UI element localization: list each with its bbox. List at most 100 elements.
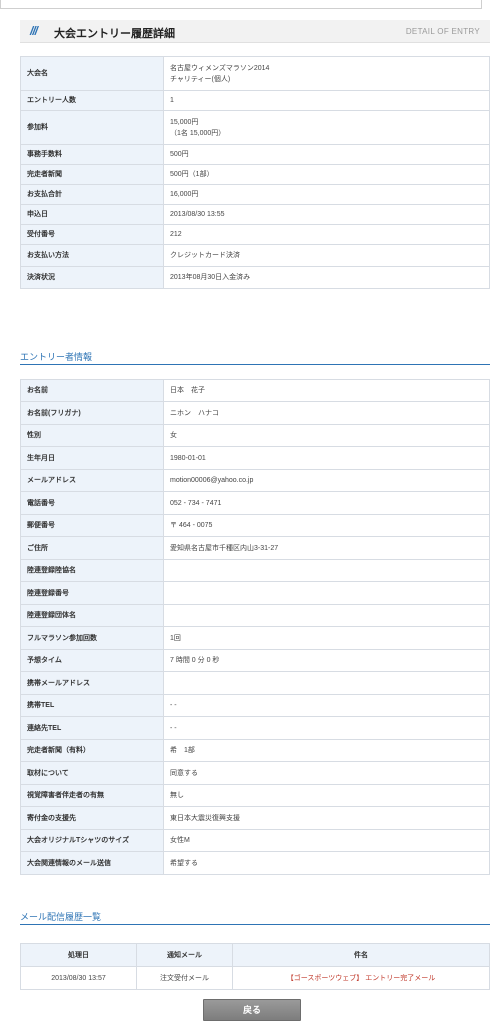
entrant-value [163, 604, 490, 627]
entrant-row: 視覚障害者伴走者の有無 無し [20, 784, 490, 807]
entrant-row: お名前 日本 花子 [20, 379, 490, 402]
entrant-row: 性別女 [20, 424, 490, 447]
history-col-subject: 件名 [232, 943, 490, 967]
entrant-value: 無し [163, 784, 490, 807]
entrant-value: - - [163, 694, 490, 717]
entrant-label: 携帯メールアドレス [20, 671, 164, 695]
detail-value: 2013年08月30日入金済み [163, 266, 490, 289]
page-subtitle: DETAIL OF ENTRY [405, 27, 480, 36]
entrant-label: 完走者新聞（有料） [20, 739, 164, 762]
section-banner: /// 大会エントリー履歴詳細 DETAIL OF ENTRY [20, 20, 490, 43]
detail-row: 完走者新聞 500円（1部） [20, 164, 490, 185]
entrant-label: 予想タイム [20, 649, 164, 672]
entrant-label: 大会オリジナルTシャツのサイズ [20, 829, 164, 852]
entrant-label: 郵便番号 [20, 514, 164, 537]
mail-history-table: 処理日 通知メール 件名 2013/08/30 13:57 注文受付メール 【ゴ… [20, 943, 490, 990]
entrant-section-heading: エントリー者情報 [20, 350, 490, 365]
back-button[interactable]: 戻る [203, 999, 301, 1021]
history-section-heading: メール配信履歴一覧 [20, 910, 490, 925]
detail-row: お支払い方法 クレジットカード決済 [20, 244, 490, 267]
entrant-value: 1980-01-01 [163, 446, 490, 470]
entrant-label: 取材について [20, 761, 164, 785]
detail-label: 事務手数料 [20, 144, 164, 165]
detail-row: 受付番号 212 [20, 224, 490, 245]
detail-label: 申込日 [20, 204, 164, 225]
entrant-value [163, 581, 490, 605]
entrant-row: メールアドレス motion00006@yahoo.co.jp [20, 469, 490, 492]
entrant-value: 希望する [163, 851, 490, 875]
detail-label: 完走者新聞 [20, 164, 164, 185]
entrant-row: 予想タイム 7 時間 0 分 0 秒 [20, 649, 490, 672]
history-subject-link[interactable]: 【ゴースポーツウェブ】 エントリー完了メール [232, 966, 490, 990]
detail-row: 大会名 名古屋ウィメンズマラソン2014 チャリティー(個人) [20, 56, 490, 91]
entrant-value: ニホン ハナコ [163, 401, 490, 425]
entrant-label: 生年月日 [20, 446, 164, 470]
top-frame [0, 0, 482, 9]
history-header-row: 処理日 通知メール 件名 [20, 943, 490, 967]
entrant-label: 大会関連情報のメール送信 [20, 851, 164, 875]
entrant-value [163, 559, 490, 582]
entrant-value [163, 671, 490, 695]
entrant-value: - - [163, 716, 490, 740]
entrant-label: 陸連登録団体名 [20, 604, 164, 627]
history-date: 2013/08/30 13:57 [20, 966, 137, 990]
entrant-value: 1回 [163, 626, 490, 650]
detail-label: 大会名 [20, 56, 164, 91]
entrant-label: 性別 [20, 424, 164, 447]
entrant-row: 大会関連情報のメール送信 希望する [20, 851, 490, 875]
detail-label: 参加料 [20, 110, 164, 145]
detail-value: 500円 [163, 144, 490, 165]
entrant-label: 電話番号 [20, 491, 164, 515]
history-row: 2013/08/30 13:57 注文受付メール 【ゴースポーツウェブ】 エント… [20, 966, 490, 990]
entrant-row: 携帯TEL - - [20, 694, 490, 717]
entrant-label: お名前 [20, 379, 164, 402]
entrant-value: 愛知県名古屋市千種区内山3-31-27 [163, 536, 490, 560]
entrant-label: 陸連登録陸協名 [20, 559, 164, 582]
detail-row: 申込日 2013/08/30 13:55 [20, 204, 490, 225]
entrant-value: 希 1部 [163, 739, 490, 762]
entrant-value: 女性M [163, 829, 490, 852]
entrant-row: 陸連登録団体名 [20, 604, 490, 627]
detail-label: お支払合計 [20, 184, 164, 205]
entrant-row: 陸連登録陸協名 [20, 559, 490, 582]
entrant-label: フルマラソン参加回数 [20, 626, 164, 650]
entrant-row: お名前(フリガナ) ニホン ハナコ [20, 401, 490, 425]
detail-row: エントリー人数 1 [20, 90, 490, 111]
entrant-label: 陸連登録番号 [20, 581, 164, 605]
entrant-value: 同意する [163, 761, 490, 785]
entry-detail-page: /// 大会エントリー履歴詳細 DETAIL OF ENTRY 大会名 名古屋ウ… [0, 0, 492, 1025]
detail-label: 受付番号 [20, 224, 164, 245]
detail-value: 2013/08/30 13:55 [163, 204, 490, 225]
entrant-label: 携帯TEL [20, 694, 164, 717]
detail-row: 参加料 15,000円 （1名 15,000円） [20, 110, 490, 145]
detail-row: お支払合計 16,000円 [20, 184, 490, 205]
entrant-value: motion00006@yahoo.co.jp [163, 469, 490, 492]
detail-value: 名古屋ウィメンズマラソン2014 チャリティー(個人) [163, 56, 490, 91]
entrant-value: 052 - 734 - 7471 [163, 491, 490, 515]
detail-label: エントリー人数 [20, 90, 164, 111]
detail-value: 15,000円 （1名 15,000円） [163, 110, 490, 145]
detail-row: 決済状況 2013年08月30日入金済み [20, 266, 490, 289]
entrant-row: 生年月日 1980-01-01 [20, 446, 490, 470]
history-col-date: 処理日 [20, 943, 137, 967]
entrant-row: 大会オリジナルTシャツのサイズ 女性M [20, 829, 490, 852]
entrant-value: 女 [163, 424, 490, 447]
entrant-label: お名前(フリガナ) [20, 401, 164, 425]
entrant-label: 視覚障害者伴走者の有無 [20, 784, 164, 807]
detail-value: 212 [163, 224, 490, 245]
entry-detail-table: 大会名 名古屋ウィメンズマラソン2014 チャリティー(個人) エントリー人数 1… [20, 56, 490, 289]
entrant-row: 郵便番号〒 464 - 0075 [20, 514, 490, 537]
entrant-row: 陸連登録番号 [20, 581, 490, 605]
entrant-row: 完走者新聞（有料）希 1部 [20, 739, 490, 762]
page-title: 大会エントリー履歴詳細 [54, 28, 175, 40]
entrant-value: 日本 花子 [163, 379, 490, 402]
entrant-row: 寄付金の支援先 東日本大震災復興支援 [20, 806, 490, 830]
entrant-label: 寄付金の支援先 [20, 806, 164, 830]
entrant-value: 7 時間 0 分 0 秒 [163, 649, 490, 672]
entrant-row: 電話番号 052 - 734 - 7471 [20, 491, 490, 515]
entrant-table: お名前 日本 花子 お名前(フリガナ) ニホン ハナコ 性別女 生年月日 1980-0… [20, 379, 490, 875]
detail-label: 決済状況 [20, 266, 164, 289]
detail-value: 16,000円 [163, 184, 490, 205]
entrant-label: ご住所 [20, 536, 164, 560]
entrant-label: 連絡先TEL [20, 716, 164, 740]
